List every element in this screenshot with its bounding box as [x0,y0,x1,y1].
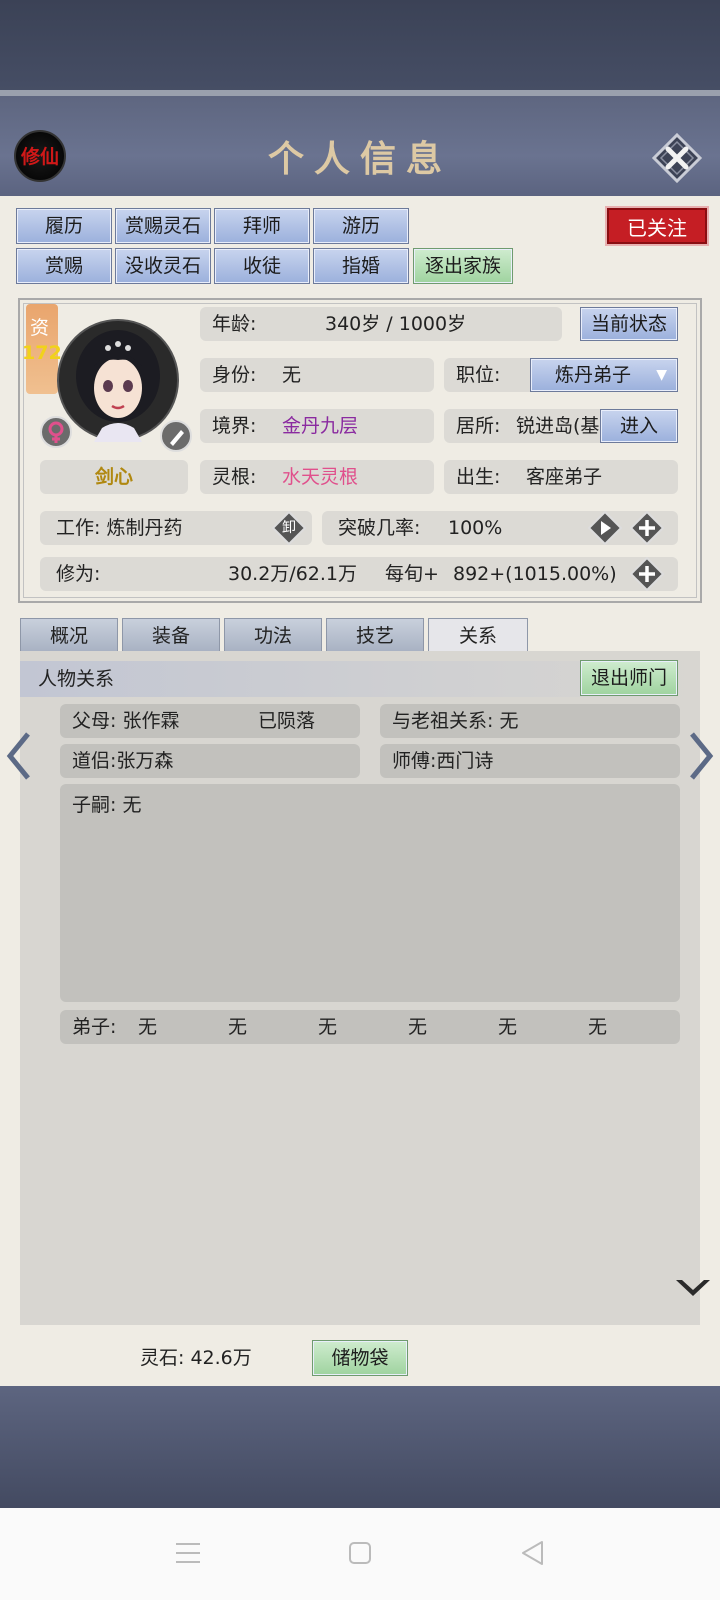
spirit-stones-count: 灵石: 42.6万 [140,1347,252,1369]
confiscate-stones-button[interactable]: 没收灵石 [115,248,211,284]
arrange-marriage-button[interactable]: 指婚 [313,248,409,284]
disciple-slot[interactable]: 无 [408,1010,427,1044]
children-box: 子嗣: 无 [60,784,680,1002]
disciple-slot[interactable]: 无 [498,1010,517,1044]
tab-skills[interactable]: 功法 [224,618,322,652]
per-turn-label: 每旬+ [385,563,439,585]
page-title: 个人信息 [267,138,452,180]
back-icon[interactable] [520,1540,544,1566]
identity-row: 身份: 无 [200,358,434,392]
identity-value: 无 [282,364,302,386]
tab-relations[interactable]: 关系 [428,618,528,652]
chevron-down-icon: ▼ [656,367,667,383]
expel-family-button[interactable]: 逐出家族 [413,248,513,284]
disciple-slot[interactable]: 无 [138,1010,157,1044]
parents-row[interactable]: 父母: 张作霖 已陨落 [60,704,360,738]
prev-character-arrow-icon[interactable] [4,730,34,790]
menu-icon[interactable] [176,1542,200,1564]
play-button[interactable] [587,510,623,546]
age-row: 年龄: 340岁 / 1000岁 [200,307,562,341]
play-icon [587,510,623,546]
reward-stones-button[interactable]: 赏赐灵石 [115,208,211,244]
storage-bag-button[interactable]: 储物袋 [312,1340,408,1376]
disciple-slot[interactable]: 无 [318,1010,337,1044]
birth-label: 出生: [456,466,501,488]
tab-equipment[interactable]: 装备 [122,618,220,652]
take-master-button[interactable]: 拜师 [214,208,310,244]
children-value: 子嗣: 无 [72,794,142,816]
current-status-button[interactable]: 当前状态 [580,307,678,341]
system-nav-bar [0,1508,720,1600]
breakthrough-row: 突破几率: 100% [322,511,678,545]
age-label: 年龄: [212,313,257,335]
per-turn-value: 892+(1015.00%) [453,563,617,585]
followed-button[interactable]: 已关注 [607,208,707,244]
unload-label: 卸 [282,520,296,536]
master-row[interactable]: 师傅:西门诗 [380,744,680,778]
gender-female-icon [40,416,72,448]
root-label: 灵根: [212,466,257,488]
position-dropdown[interactable]: 炼丹弟子 ▼ [530,358,678,392]
realm-row: 境界: 金丹九层 [200,409,434,443]
cultivation-row: 修为: 30.2万/62.1万 每旬+ 892+(1015.00%) [40,557,678,591]
realm-label: 境界: [212,415,257,437]
home-icon[interactable] [349,1542,371,1564]
breakthrough-value: 100% [448,517,503,539]
realm-value: 金丹九层 [282,415,359,437]
aptitude-label: 资 [30,317,50,339]
spirit-root-row: 灵根: 水天灵根 [200,460,434,494]
work-label: 工作: [56,517,101,539]
edit-icon[interactable] [160,420,192,452]
close-icon [651,132,703,184]
tab-overview[interactable]: 概况 [20,618,118,652]
age-value: 340岁 / 1000岁 [325,313,467,335]
history-button[interactable]: 履历 [16,208,112,244]
cultivation-plus-button[interactable] [629,556,665,592]
tab-crafts[interactable]: 技艺 [326,618,424,652]
disciples-label: 弟子: [72,1016,117,1038]
breakthrough-plus-button[interactable] [629,510,665,546]
next-character-arrow-icon[interactable] [686,730,716,790]
plus-icon [629,556,665,592]
cultivation-value: 30.2万/62.1万 [228,563,358,585]
root-value: 水天灵根 [282,466,359,488]
plus-icon [629,510,665,546]
identity-label: 身份: [212,364,257,386]
unload-work-button[interactable]: 卸 [271,510,307,546]
birth-row: 出生: 客座弟子 [444,460,678,494]
ancestor-relation-row: 与老祖关系: 无 [380,704,680,738]
talent-badge: 剑心 [40,460,188,494]
position-value: 炼丹弟子 [555,364,632,386]
travel-button[interactable]: 游历 [313,208,409,244]
residence-label: 居所: [456,415,501,437]
cultivation-label: 修为: [56,563,101,585]
bottom-band [0,1386,720,1508]
enter-button[interactable]: 进入 [600,409,678,443]
residence-value: 锐进岛(基 [516,415,600,437]
position-label: 职位: [456,364,501,386]
top-dark-band [0,0,720,92]
take-disciple-button[interactable]: 收徒 [214,248,310,284]
disciple-slot[interactable]: 无 [588,1010,607,1044]
disciples-row: 弟子: 无 无 无 无 无 无 [60,1010,680,1044]
disciple-slot[interactable]: 无 [228,1010,247,1044]
scroll-down-chevron-icon[interactable] [674,1276,712,1300]
parents-value: 父母: 张作霖 [72,710,180,732]
breakthrough-label: 突破几率: [338,517,421,539]
work-value: 炼制丹药 [106,517,183,539]
birth-value: 客座弟子 [526,466,603,488]
reward-button[interactable]: 赏赐 [16,248,112,284]
close-button[interactable] [651,132,703,184]
partner-row[interactable]: 道侣:张万森 [60,744,360,778]
leave-master-button[interactable]: 退出师门 [580,660,678,696]
parents-status: 已陨落 [258,710,316,732]
